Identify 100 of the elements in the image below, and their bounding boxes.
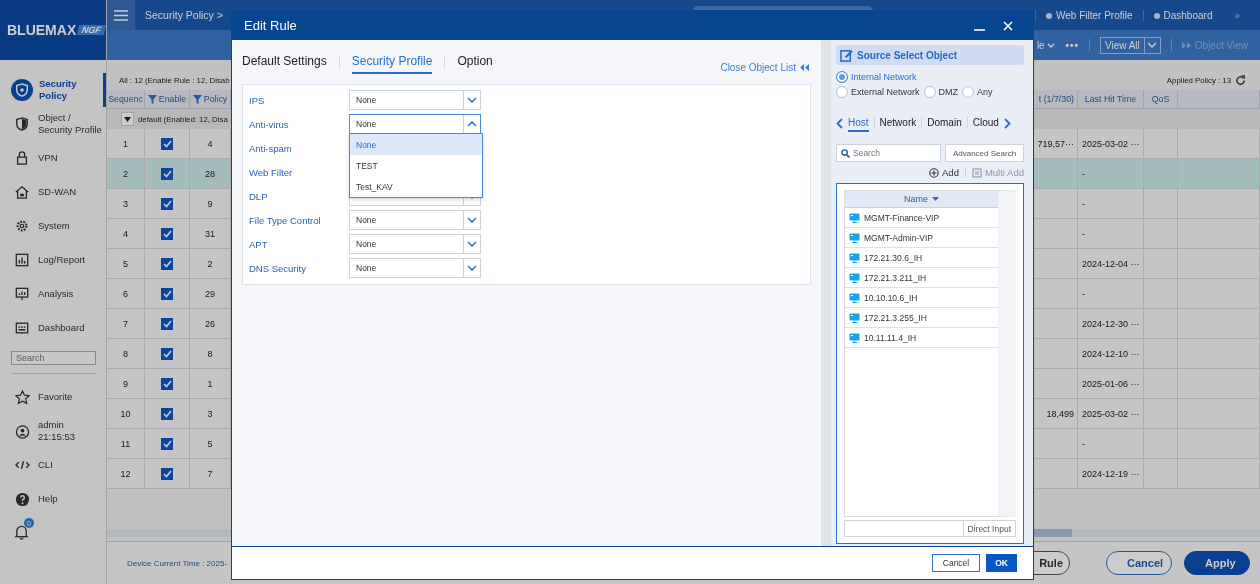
chevron-right-icon[interactable]: [1003, 117, 1011, 129]
collapse-button[interactable]: [121, 112, 134, 126]
field-label: Anti-spam: [249, 142, 293, 154]
host-list-item[interactable]: 10.10.10.6_IH: [845, 288, 998, 308]
table-cell: 18,499: [1046, 408, 1074, 419]
checkbox[interactable]: [161, 257, 173, 270]
checkbox[interactable]: [161, 167, 173, 180]
nav-item[interactable]: admin 21:15:53: [0, 414, 106, 448]
filter-icon: [147, 94, 157, 104]
table-cell: 6: [123, 288, 128, 299]
nav-item[interactable]: Object / Security Profile: [0, 107, 106, 141]
view-all-button[interactable]: View All: [1099, 36, 1145, 54]
close-icon[interactable]: [1003, 20, 1013, 31]
monitor-icon: [849, 332, 860, 343]
nav-item[interactable]: VPN: [0, 141, 106, 175]
search-field[interactable]: Search: [836, 144, 941, 162]
footer-button[interactable]: Cancel: [1106, 551, 1172, 575]
field-label: IPS: [249, 94, 266, 106]
column-header[interactable]: Name: [845, 191, 998, 208]
lock-icon: [15, 151, 29, 165]
direct-input-field[interactable]: [844, 520, 964, 537]
table-cell: 3: [123, 198, 128, 209]
field-label: DNS Security: [249, 262, 307, 274]
checkbox[interactable]: [161, 437, 173, 450]
host-list-item[interactable]: 172.21.3.211_IH: [845, 268, 998, 288]
view-dropdown-button[interactable]: [1144, 36, 1161, 54]
column-header[interactable]: QoS: [1144, 90, 1178, 109]
select-field[interactable]: None: [349, 258, 481, 278]
checkbox[interactable]: [161, 347, 173, 360]
direct-input-button[interactable]: Direct Input: [963, 520, 1016, 537]
select-field[interactable]: None: [349, 234, 481, 254]
checkbox[interactable]: [161, 467, 173, 480]
nav-item[interactable]: Favorite: [0, 380, 106, 414]
host-list-item[interactable]: MGMT-Finance-VIP: [845, 208, 998, 228]
select-field[interactable]: None: [349, 210, 481, 230]
nav-item[interactable]: System: [0, 209, 106, 243]
table-cell: 28: [205, 168, 215, 179]
checkbox[interactable]: [161, 377, 173, 390]
dialog-tab[interactable]: Security Profile: [351, 50, 433, 74]
radio-option[interactable]: DMZ: [923, 86, 959, 98]
nav-item[interactable]: Help: [0, 482, 106, 516]
nav-item[interactable]: Analysis: [0, 277, 106, 311]
chevron-left-icon[interactable]: [836, 117, 843, 129]
checkbox[interactable]: [161, 317, 173, 330]
checkbox[interactable]: [161, 197, 173, 210]
dropdown-option[interactable]: TEST: [350, 155, 482, 176]
advanced-search-button[interactable]: Advanced Search: [945, 144, 1024, 162]
select-field[interactable]: None: [349, 114, 481, 134]
host-list-item[interactable]: 10.11.11.4_IH: [845, 328, 998, 348]
search-icon: [841, 149, 850, 158]
column-header[interactable]: Last Hit Time: [1078, 90, 1144, 109]
table-cell: 9: [207, 198, 213, 209]
checkbox[interactable]: [161, 137, 173, 150]
bell-icon[interactable]: [14, 524, 29, 540]
menu-button[interactable]: [107, 0, 135, 30]
nav-item[interactable]: CLI: [0, 448, 106, 482]
toolbar-dropdown[interactable]: le: [1036, 39, 1056, 51]
radio-option[interactable]: Internal Network: [836, 71, 1016, 83]
radio-option[interactable]: Any: [962, 86, 993, 98]
column-header[interactable]: Enable: [145, 90, 190, 109]
dropdown-option[interactable]: Test_KAV: [350, 176, 482, 197]
table-cell: 5: [207, 438, 213, 449]
add-button[interactable]: Add: [929, 167, 959, 178]
table-cell: -: [1082, 288, 1085, 299]
table-cell: -: [1082, 168, 1085, 179]
host-list-item[interactable]: 172.21.30.6_IH: [845, 248, 998, 268]
page-tab[interactable]: Web Filter Profile: [1035, 9, 1143, 21]
star-icon: [14, 389, 30, 405]
table-cell: -: [1082, 198, 1085, 209]
dialog-button[interactable]: OK: [986, 554, 1017, 572]
radio-option[interactable]: External Network: [836, 86, 920, 98]
object-tab[interactable]: Host: [848, 114, 869, 132]
host-list-item[interactable]: 172.21.3.255_IH: [845, 308, 998, 328]
object-tab[interactable]: Network: [879, 114, 917, 132]
checkbox[interactable]: [161, 407, 173, 420]
nav-item[interactable]: Log/Report: [0, 243, 106, 277]
host-list-item[interactable]: MGMT-Admin-VIP: [845, 228, 998, 248]
column-header[interactable]: Policy: [190, 90, 231, 109]
object-tab[interactable]: Domain: [927, 114, 962, 132]
page-tab[interactable]: Dashboard: [1142, 9, 1223, 21]
dialog-tab[interactable]: Option: [457, 50, 493, 74]
more-button[interactable]: •••: [1065, 39, 1079, 51]
search-field[interactable]: Search: [11, 351, 96, 365]
table-cell: 8: [207, 348, 213, 359]
nav-item[interactable]: SD-WAN: [0, 175, 106, 209]
nav-item[interactable]: Dashboard: [0, 311, 106, 345]
panel-title: Source Select Object: [857, 49, 958, 61]
table-cell: 7: [207, 468, 213, 479]
dropdown-option[interactable]: None: [350, 134, 482, 155]
dialog-tab[interactable]: Default Settings: [242, 50, 327, 74]
checkbox[interactable]: [161, 287, 173, 300]
dialog-button[interactable]: Cancel: [931, 554, 981, 572]
refresh-icon[interactable]: [1235, 74, 1246, 86]
document-icon: [971, 167, 982, 178]
select-field[interactable]: None: [349, 90, 481, 110]
footer-button[interactable]: Apply: [1184, 551, 1250, 575]
checkbox[interactable]: [161, 227, 173, 240]
column-header[interactable]: Sequenc: [107, 90, 145, 109]
close-object-list-link[interactable]: Close Object List: [720, 61, 809, 73]
object-tab[interactable]: Cloud: [972, 114, 999, 132]
